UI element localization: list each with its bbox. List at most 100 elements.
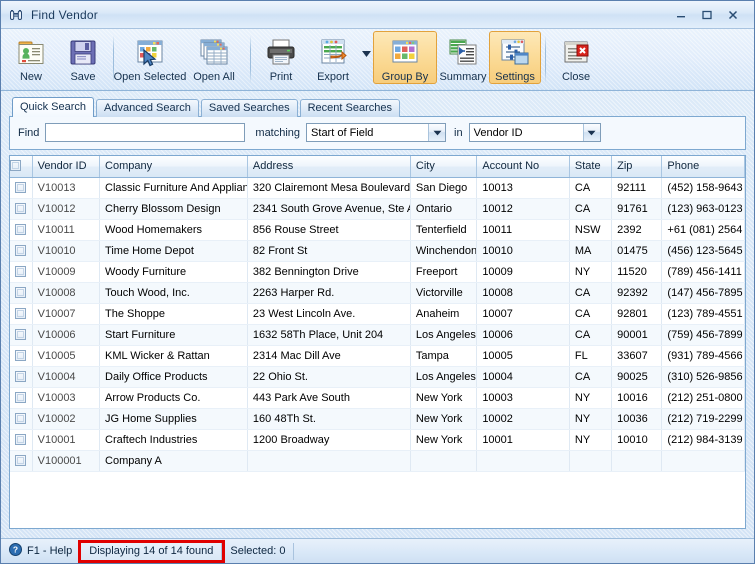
toolbar-open-selected-button[interactable]: Open Selected (114, 31, 186, 84)
toolbar-group-by-button[interactable]: Group By (373, 31, 437, 84)
cell-state: NY (569, 261, 613, 283)
row-select-cell[interactable] (10, 219, 33, 241)
toolbar-group-output: Print Export (255, 31, 373, 90)
toolbar-save-button[interactable]: Save (57, 31, 109, 84)
table-row[interactable]: V10013 Classic Furniture And Appliance 320… (10, 177, 745, 199)
row-select-cell[interactable] (10, 261, 33, 283)
table-row[interactable]: V10011 Wood Homemakers 856 Rouse Street Ten… (10, 219, 745, 241)
cell-company: Start Furniture (99, 324, 248, 346)
row-checkbox[interactable] (15, 181, 27, 193)
client-area: Quick Search Advanced Search Saved Searc… (1, 91, 754, 538)
status-spacer (294, 543, 754, 560)
toolbar-settings-button[interactable]: Settings (489, 31, 541, 84)
table-row[interactable]: V10002 JG Home Supplies 160 48Th St. New Yo… (10, 408, 745, 430)
cell-phone: (452) 158-9643 (661, 177, 745, 199)
toolbar-export-button[interactable]: Export (307, 31, 359, 84)
status-displaying-label: Displaying 14 of 14 found (89, 545, 214, 557)
row-select-cell[interactable] (10, 240, 33, 262)
row-select-cell[interactable] (10, 408, 33, 430)
row-checkbox[interactable] (15, 370, 27, 382)
row-checkbox[interactable] (15, 328, 27, 340)
status-help[interactable]: ? F1 - Help (7, 542, 82, 560)
row-select-cell[interactable] (10, 303, 33, 325)
column-header-account[interactable]: Account No (476, 156, 570, 178)
column-header-state[interactable]: State (569, 156, 613, 178)
row-checkbox[interactable] (15, 454, 27, 466)
row-checkbox[interactable] (15, 286, 27, 298)
table-row[interactable]: V10007 The Shoppe 23 West Lincoln Ave. Anah… (10, 303, 745, 325)
table-row[interactable]: V10001 Craftech Industries 1200 Broadway Ne… (10, 429, 745, 451)
row-select-cell[interactable] (10, 177, 33, 199)
toolbar-summary-button[interactable]: Summary (437, 31, 489, 84)
cell-vendor: V10006 (32, 324, 101, 346)
cell-state: CA (569, 303, 613, 325)
row-select-cell[interactable] (10, 324, 33, 346)
cell-vendor: V10009 (32, 261, 101, 283)
row-checkbox[interactable] (15, 412, 27, 424)
tab-advanced-search[interactable]: Advanced Search (96, 99, 199, 117)
minimize-button[interactable] (668, 5, 694, 25)
row-select-cell[interactable] (10, 282, 33, 304)
toolbar: New Save Open Selected Open All Print Ex… (1, 29, 754, 91)
column-header-phone[interactable]: Phone (661, 156, 745, 178)
cell-state: MA (569, 240, 613, 262)
column-header-zip[interactable]: Zip (611, 156, 663, 178)
table-row[interactable]: V10003 Arrow Products Co. 443 Park Ave Sou… (10, 387, 745, 409)
column-header-company[interactable]: Company (99, 156, 248, 178)
toolbar-print-label: Print (269, 71, 293, 83)
tab-recent-searches[interactable]: Recent Searches (299, 99, 400, 117)
table-row[interactable]: V10005 KML Wicker & Rattan 2314 Mac Dill A… (10, 345, 745, 367)
search-field-dropdown[interactable]: Vendor ID (468, 123, 601, 142)
close-button[interactable] (720, 5, 746, 25)
row-select-cell[interactable] (10, 450, 33, 472)
row-checkbox[interactable] (15, 244, 27, 256)
row-checkbox[interactable] (15, 349, 27, 361)
row-checkbox[interactable] (15, 202, 27, 214)
floppy-disk-icon (67, 36, 99, 68)
toolbar-close-button[interactable]: Close (550, 31, 602, 84)
table-row[interactable]: V10012 Cherry Blossom Design 2341 South Gr… (10, 198, 745, 220)
select-all-header[interactable] (10, 156, 33, 178)
toolbar-new-button[interactable]: New (5, 31, 57, 84)
cell-city: Ontario (410, 198, 478, 220)
cell-address: 160 48Th St. (247, 408, 411, 430)
cell-state: CA (569, 177, 613, 199)
search-input[interactable] (45, 123, 246, 142)
row-checkbox[interactable] (15, 223, 27, 235)
row-checkbox[interactable] (15, 307, 27, 319)
results-grid[interactable]: Vendor ID Company Address City Account No Sta… (9, 155, 746, 529)
row-select-cell[interactable] (10, 345, 33, 367)
matching-mode-dropdown[interactable]: Start of Field (306, 123, 447, 142)
cell-phone: (123) 789-4551 (661, 303, 745, 325)
tab-saved-searches[interactable]: Saved Searches (200, 99, 298, 117)
row-checkbox[interactable] (15, 391, 27, 403)
table-row[interactable]: V10009 Woody Furniture 382 Bennington Driv… (10, 261, 745, 283)
row-select-cell[interactable] (10, 198, 33, 220)
cell-address: 2341 South Grove Avenue, Ste A (247, 198, 411, 220)
table-row[interactable]: V10004 Daily Office Products 22 Ohio St. Lo… (10, 366, 745, 388)
export-dropdown-arrow-icon[interactable] (359, 50, 373, 71)
toolbar-print-button[interactable]: Print (255, 31, 307, 84)
column-header-vendor[interactable]: Vendor ID (32, 156, 101, 178)
row-select-cell[interactable] (10, 429, 33, 451)
column-header-city[interactable]: City (410, 156, 478, 178)
row-select-cell[interactable] (10, 387, 33, 409)
column-header-address[interactable]: Address (247, 156, 411, 178)
table-row[interactable]: V10010 Time Home Depot 82 Front St Winchend… (10, 240, 745, 262)
row-select-cell[interactable] (10, 366, 33, 388)
quick-search-panel: Find matching Start of Field in Vendor I… (9, 116, 746, 150)
row-checkbox[interactable] (15, 265, 27, 277)
table-row[interactable]: V10008 Touch Wood, Inc. 2263 Harper Rd. Vic… (10, 282, 745, 304)
table-row[interactable]: V10006 Start Furniture 1632 58Th Place, Un… (10, 324, 745, 346)
row-checkbox[interactable] (15, 433, 27, 445)
tab-quick-search[interactable]: Quick Search (12, 97, 95, 117)
search-field-value: Vendor ID (473, 126, 523, 139)
cell-phone (661, 450, 745, 472)
select-all-checkbox[interactable] (10, 160, 21, 172)
table-row[interactable]: V100001 Company A (10, 450, 745, 472)
toolbar-group-view: Group By Summary Settings (373, 31, 541, 90)
toolbar-open-all-button[interactable]: Open All (182, 31, 246, 84)
maximize-button[interactable] (694, 5, 720, 25)
cell-state: CA (569, 282, 613, 304)
cell-zip: 90001 (611, 324, 663, 346)
